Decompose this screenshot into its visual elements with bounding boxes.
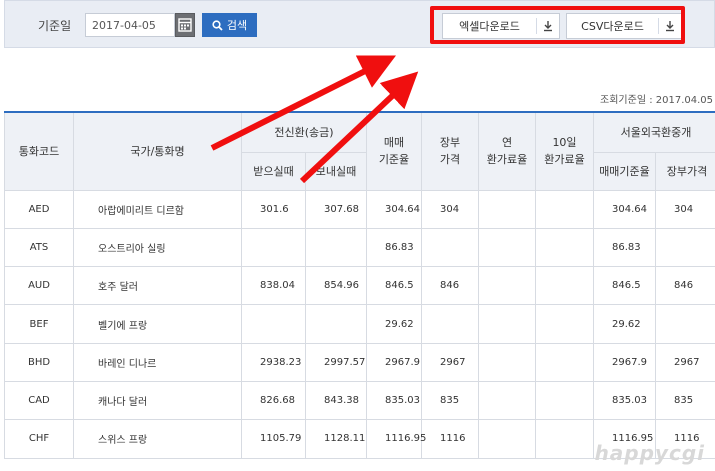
- header-country-currency: 국가/통화명: [73, 111, 242, 191]
- search-icon: [212, 19, 223, 31]
- cell-base-rate: 29.62: [366, 304, 422, 344]
- cell-tt-send: 307.68: [305, 189, 367, 229]
- cell-base-rate: 304.64: [366, 189, 422, 229]
- cell-tt-send: 843.38: [305, 380, 367, 421]
- cell-currency-code: AED: [4, 189, 74, 229]
- cell-currency-code: AUD: [4, 266, 74, 306]
- watermark: happycgi: [594, 441, 705, 465]
- cell-currency-name: 호주 달러: [73, 266, 242, 306]
- cell-annual-rate: [478, 419, 536, 459]
- cell-currency-name: 바레인 디나르: [73, 342, 242, 382]
- cell-ten-day-rate: [535, 342, 594, 382]
- cell-annual-rate: [478, 227, 536, 268]
- view-date: 조회기준일 : 2017.04.05: [600, 95, 713, 106]
- cell-seoul-base-rate: 29.62: [593, 304, 656, 344]
- cell-ten-day-rate: [535, 189, 594, 229]
- table-row: AED 아랍에미리트 디르함 301.6 307.68 304.64 304 304.64 3…: [4, 189, 715, 229]
- cell-tt-receive: 2938.23: [241, 342, 306, 382]
- table-row: BHD 바레인 디나르 2938.23 2997.57 2967.9 2967 2967.9…: [4, 342, 715, 382]
- cell-book-price: [421, 227, 479, 268]
- cell-book-price: 1116: [421, 419, 479, 459]
- cell-ten-day-rate: [535, 266, 594, 306]
- header-telegraphic-transfer: 전신환(송금): [241, 111, 367, 153]
- cell-seoul-book-price: 304: [655, 189, 715, 229]
- cell-tt-receive: 1105.79: [241, 419, 306, 459]
- cell-currency-name: 캐나다 달러: [73, 380, 242, 421]
- date-input[interactable]: [85, 13, 175, 37]
- cell-annual-rate: [478, 266, 536, 306]
- cell-base-rate: 846.5: [366, 266, 422, 306]
- cell-tt-send: [305, 227, 367, 268]
- cell-seoul-base-rate: 846.5: [593, 266, 656, 306]
- header-seoul-brokerage: 서울외국환중개: [593, 111, 715, 153]
- cell-seoul-book-price: 846: [655, 266, 715, 306]
- exchange-rate-table: 통화코드 국가/통화명 전신환(송금) 매매 기준율 장부 가격 연 환가료율 …: [4, 111, 715, 459]
- annotation-highlight-box: [430, 6, 685, 44]
- cell-tt-send: 854.96: [305, 266, 367, 306]
- cell-annual-rate: [478, 380, 536, 421]
- calendar-icon: [178, 18, 192, 32]
- cell-currency-code: CAD: [4, 380, 74, 421]
- cell-base-rate: 835.03: [366, 380, 422, 421]
- header-currency-code: 통화코드: [4, 111, 74, 191]
- cell-ten-day-rate: [535, 419, 594, 459]
- cell-annual-rate: [478, 304, 536, 344]
- table-row: CAD 캐나다 달러 826.68 843.38 835.03 835 835.03 835: [4, 380, 715, 421]
- header-book-price: 장부 가격: [421, 111, 479, 191]
- cell-currency-code: ATS: [4, 227, 74, 268]
- cell-base-rate: 2967.9: [366, 342, 422, 382]
- cell-annual-rate: [478, 189, 536, 229]
- cell-currency-name: 오스트리아 실링: [73, 227, 242, 268]
- cell-ten-day-rate: [535, 227, 594, 268]
- cell-seoul-book-price: 2967: [655, 342, 715, 382]
- cell-tt-receive: 838.04: [241, 266, 306, 306]
- cell-base-rate: 1116.95: [366, 419, 426, 459]
- cell-seoul-base-rate: 86.83: [593, 227, 656, 268]
- cell-base-rate: 86.83: [366, 227, 422, 268]
- search-button[interactable]: 검색: [202, 13, 257, 37]
- cell-currency-name: 스위스 프랑: [73, 419, 242, 459]
- table-row: ATS 오스트리아 실링 86.83 86.83: [4, 227, 715, 268]
- cell-tt-receive: 826.68: [241, 380, 306, 421]
- cell-tt-receive: [241, 227, 306, 268]
- cell-currency-code: BHD: [4, 342, 74, 382]
- header-base-rate: 매매 기준율: [366, 111, 422, 191]
- cell-currency-code: BEF: [4, 304, 74, 344]
- header-tt-receive: 받으실때: [241, 151, 306, 191]
- table-row: AUD 호주 달러 838.04 854.96 846.5 846 846.5 846: [4, 266, 715, 306]
- cell-seoul-base-rate: 2967.9: [593, 342, 656, 382]
- cell-book-price: 846: [421, 266, 479, 306]
- cell-seoul-book-price: [655, 227, 715, 268]
- cell-tt-receive: [241, 304, 306, 344]
- table-row: BEF 벨기에 프랑 29.62 29.62: [4, 304, 715, 344]
- cell-book-price: 835: [421, 380, 479, 421]
- search-button-label: 검색: [226, 19, 248, 32]
- cell-tt-send: 2997.57: [305, 342, 367, 382]
- calendar-button[interactable]: [175, 13, 195, 37]
- cell-annual-rate: [478, 342, 536, 382]
- cell-currency-code: CHF: [4, 419, 74, 459]
- cell-tt-send: [305, 304, 367, 344]
- cell-seoul-base-rate: 304.64: [593, 189, 656, 229]
- cell-book-price: 2967: [421, 342, 479, 382]
- header-ten-day-rate: 10일 환가료율: [535, 111, 594, 191]
- cell-seoul-base-rate: 835.03: [593, 380, 656, 421]
- header-seoul-base-rate: 매매기준율: [593, 151, 656, 191]
- header-seoul-book-price: 장부가격: [655, 151, 715, 191]
- header-annual-rate: 연 환가료율: [478, 111, 536, 191]
- cell-tt-send: 1128.11: [305, 419, 367, 459]
- cell-ten-day-rate: [535, 380, 594, 421]
- cell-ten-day-rate: [535, 304, 594, 344]
- header-tt-send: 보내실때: [305, 151, 367, 191]
- cell-currency-name: 아랍에미리트 디르함: [73, 189, 242, 229]
- date-label: 기준일: [38, 19, 72, 33]
- cell-tt-receive: 301.6: [241, 189, 306, 229]
- cell-seoul-book-price: 835: [655, 380, 715, 421]
- cell-seoul-book-price: [655, 304, 715, 344]
- cell-currency-name: 벨기에 프랑: [73, 304, 242, 344]
- cell-book-price: 304: [421, 189, 479, 229]
- cell-book-price: [421, 304, 479, 344]
